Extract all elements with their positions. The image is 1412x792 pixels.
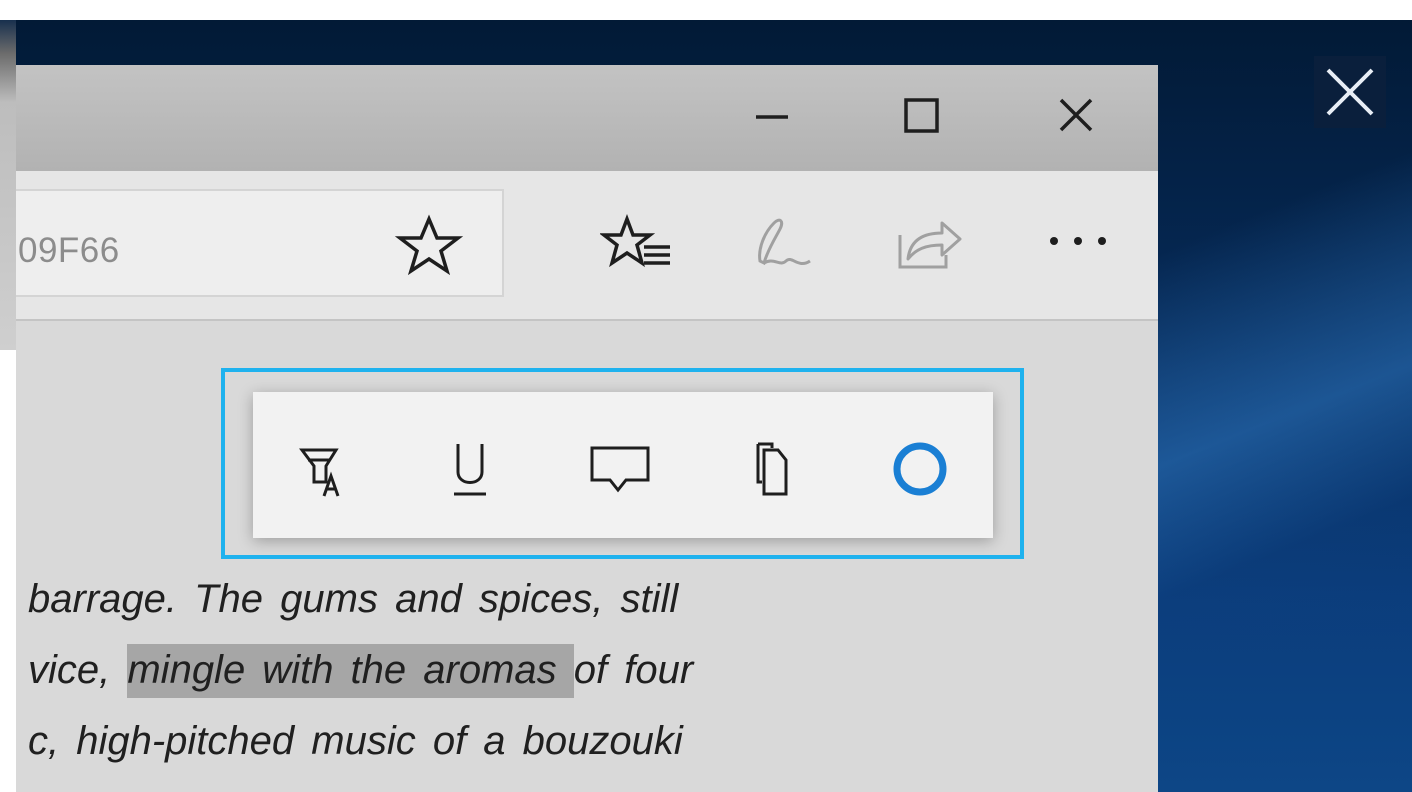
overlay-close-button[interactable]: [1314, 56, 1386, 128]
article-line: vice, mingle with the aromas of four: [28, 644, 694, 698]
selected-text[interactable]: mingle with the aromas: [127, 644, 574, 698]
favorites-hub-button[interactable]: [600, 211, 676, 275]
star-icon: [394, 214, 464, 276]
favorites-list-icon: [600, 214, 670, 268]
address-bar-url: 09F66: [18, 231, 120, 270]
address-bar[interactable]: 09F66: [16, 189, 504, 297]
maximize-button[interactable]: [890, 85, 954, 149]
minimize-button[interactable]: [740, 85, 804, 149]
article-text: of four: [573, 648, 694, 692]
cortana-icon: [893, 442, 947, 496]
add-comment-button[interactable]: [580, 432, 660, 502]
close-icon: [1059, 98, 1093, 132]
close-icon: [1326, 68, 1374, 116]
screenshot-frame: 09F66 barrage. The gums and spices, stil…: [0, 0, 1412, 792]
underline-icon: [454, 444, 486, 496]
copy-button[interactable]: [730, 432, 810, 502]
article-text: vice,: [28, 648, 128, 692]
cortana-button[interactable]: [880, 432, 960, 502]
share-button[interactable]: [892, 211, 968, 277]
desktop-background: 09F66 barrage. The gums and spices, stil…: [16, 20, 1412, 792]
background-sliver: [0, 20, 16, 350]
article-text: c, high-pitched music of a bouzouki: [28, 719, 683, 763]
comment-icon: [590, 446, 650, 493]
share-icon: [898, 221, 962, 269]
copy-icon: [756, 442, 788, 496]
article-text: The gums and spices, still: [194, 577, 679, 621]
add-favorite-button[interactable]: [394, 213, 464, 277]
underline-button[interactable]: [430, 432, 510, 502]
article-line: barrage. The gums and spices, still: [28, 577, 678, 622]
browser-toolbar: 09F66: [16, 171, 1158, 321]
maximize-icon: [904, 98, 939, 133]
article-text: barrage.: [28, 577, 195, 621]
article-line: c, high-pitched music of a bouzouki: [28, 719, 683, 764]
web-note-button[interactable]: [746, 211, 826, 281]
more-icon: [1050, 237, 1106, 245]
more-options-button[interactable]: [1038, 221, 1118, 261]
minimize-icon: [756, 115, 788, 119]
window-close-button[interactable]: [1044, 85, 1108, 149]
highlight-button[interactable]: [280, 432, 360, 502]
selection-context-menu: [253, 392, 993, 538]
pen-icon: [758, 218, 811, 266]
highlight-text-icon: [299, 448, 340, 497]
title-bar: [16, 65, 1158, 171]
